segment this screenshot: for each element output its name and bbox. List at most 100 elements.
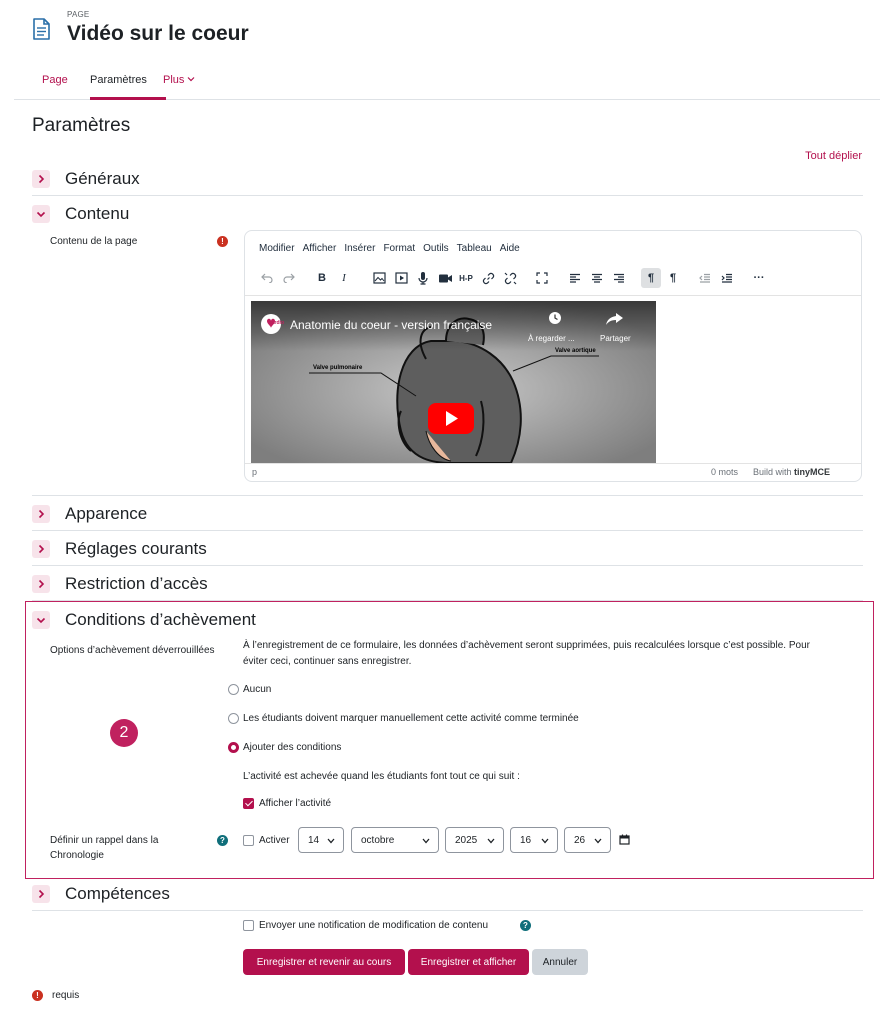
image-icon[interactable] — [369, 268, 389, 288]
reminder-day-value: 14 — [308, 835, 320, 846]
element-path[interactable]: p — [252, 467, 257, 477]
help-icon[interactable]: ? — [217, 835, 228, 846]
radio-add-conditions[interactable] — [228, 742, 239, 753]
radio-none[interactable] — [228, 684, 239, 695]
required-legend: requis — [52, 990, 80, 1001]
view-activity-label[interactable]: Afficher l’activité — [259, 798, 331, 809]
reminder-enable-label[interactable]: Activer — [259, 835, 290, 846]
section-content-title[interactable]: Contenu — [65, 204, 129, 224]
required-icon: ! — [32, 990, 43, 1001]
section-completion-toggle[interactable] — [32, 611, 50, 629]
radio-none-label[interactable]: Aucun — [243, 684, 271, 695]
section-general-toggle[interactable] — [32, 170, 50, 188]
radio-add-conditions-label[interactable]: Ajouter des conditions — [243, 742, 341, 753]
section-access-title[interactable]: Restriction d’accès — [65, 574, 208, 594]
align-left-icon[interactable] — [565, 268, 585, 288]
section-common-title[interactable]: Réglages courants — [65, 539, 207, 559]
italic-button[interactable]: I — [334, 268, 354, 288]
section-competencies-toggle[interactable] — [32, 885, 50, 903]
unlink-icon[interactable] — [500, 268, 520, 288]
align-center-icon[interactable] — [587, 268, 607, 288]
embedded-video[interactable]: cardio Anatomie du coeur - version franç… — [251, 301, 656, 463]
tab-more-label: Plus — [163, 74, 185, 86]
tab-settings[interactable]: Paramètres — [90, 74, 147, 86]
reminder-minute-select[interactable]: 26 — [564, 827, 611, 853]
radio-manual[interactable] — [228, 713, 239, 724]
divider — [32, 495, 863, 496]
rtl-glyph: ¶ — [669, 272, 677, 284]
fullscreen-icon[interactable] — [532, 268, 552, 288]
reminder-day-select[interactable]: 14 — [298, 827, 344, 853]
rtl-button[interactable]: ¶ — [663, 268, 683, 288]
radio-manual-label[interactable]: Les étudiants doivent marquer manuelleme… — [243, 713, 579, 724]
reminder-year-select[interactable]: 2025 — [445, 827, 504, 853]
video-label-pulmonary: Valve pulmonaire — [313, 365, 363, 371]
menu-modifier[interactable]: Modifier — [259, 243, 295, 254]
undo-icon[interactable] — [257, 268, 277, 288]
microphone-icon[interactable] — [413, 268, 433, 288]
menu-outils[interactable]: Outils — [423, 243, 449, 254]
section-content-toggle[interactable] — [32, 205, 50, 223]
chevron-down-icon — [422, 838, 430, 844]
chevron-down-icon — [487, 838, 495, 844]
reminder-month-select[interactable]: octobre — [351, 827, 439, 853]
secondary-navigation: Page Paramètres Plus — [14, 64, 880, 100]
section-general-title[interactable]: Généraux — [65, 169, 140, 189]
calendar-icon[interactable] — [619, 834, 630, 845]
video-channel-name: cardio — [269, 320, 285, 326]
chevron-down-icon — [541, 838, 549, 844]
share-label[interactable]: Partager — [600, 334, 631, 343]
indent-icon[interactable] — [717, 268, 737, 288]
settings-heading: Paramètres — [32, 115, 131, 136]
menu-afficher[interactable]: Afficher — [303, 243, 337, 254]
section-completion-title[interactable]: Conditions d’achèvement — [65, 610, 256, 630]
reminder-enable-checkbox[interactable] — [243, 835, 254, 846]
completion-options-label: Options d’achèvement déverrouillées — [50, 645, 215, 656]
chevron-right-icon — [38, 509, 45, 519]
video-title[interactable]: Anatomie du coeur - version française — [290, 318, 492, 332]
outdent-icon[interactable] — [695, 268, 715, 288]
required-icon: ! — [217, 236, 228, 247]
section-access-toggle[interactable] — [32, 575, 50, 593]
h5p-button[interactable]: H-P — [456, 268, 476, 288]
section-competencies-title[interactable]: Compétences — [65, 884, 170, 904]
notify-checkbox[interactable] — [243, 920, 254, 931]
page-type-label: PAGE — [67, 10, 90, 19]
redo-icon[interactable] — [279, 268, 299, 288]
tab-page[interactable]: Page — [42, 74, 68, 86]
save-return-button[interactable]: Enregistrer et revenir au cours — [243, 949, 405, 975]
more-button[interactable]: ··· — [749, 268, 769, 288]
notify-label[interactable]: Envoyer une notification de modification… — [259, 920, 488, 931]
save-display-button[interactable]: Enregistrer et afficher — [408, 949, 529, 975]
view-activity-checkbox[interactable] — [243, 798, 254, 809]
chevron-down-icon — [36, 211, 46, 218]
watch-later-label[interactable]: À regarder ... — [528, 334, 575, 343]
link-icon[interactable] — [478, 268, 498, 288]
word-count: 0 mots — [711, 467, 739, 477]
menu-tableau[interactable]: Tableau — [457, 243, 492, 254]
video-camera-icon[interactable] — [435, 268, 455, 288]
align-right-icon[interactable] — [609, 268, 629, 288]
ltr-button[interactable]: ¶ — [641, 268, 661, 288]
cancel-button[interactable]: Annuler — [532, 949, 588, 975]
reminder-hour-select[interactable]: 16 — [510, 827, 558, 853]
tab-more[interactable]: Plus — [163, 74, 195, 86]
step-badge: 2 — [110, 719, 138, 747]
menu-aide[interactable]: Aide — [500, 243, 520, 254]
section-appearance-toggle[interactable] — [32, 505, 50, 523]
section-appearance-title[interactable]: Apparence — [65, 504, 147, 524]
build-with-tinymce[interactable]: Build with tinyMCE — [753, 467, 830, 477]
help-icon[interactable]: ? — [520, 920, 531, 931]
bold-button[interactable]: B — [312, 268, 332, 288]
section-common-toggle[interactable] — [32, 540, 50, 558]
expand-all-link[interactable]: Tout déplier — [770, 150, 862, 162]
editor-menubar: Modifier Afficher Insérer Format Outils … — [259, 243, 528, 254]
conditions-intro: L’activité est achevée quand les étudian… — [243, 771, 520, 782]
menu-inserer[interactable]: Insérer — [344, 243, 375, 254]
menu-format[interactable]: Format — [383, 243, 415, 254]
reminder-label-line2: Chronologie — [50, 850, 104, 861]
page-title: Vidéo sur le coeur — [67, 22, 249, 45]
divider — [32, 530, 863, 531]
media-icon[interactable] — [391, 268, 411, 288]
reminder-minute-value: 26 — [574, 835, 586, 846]
